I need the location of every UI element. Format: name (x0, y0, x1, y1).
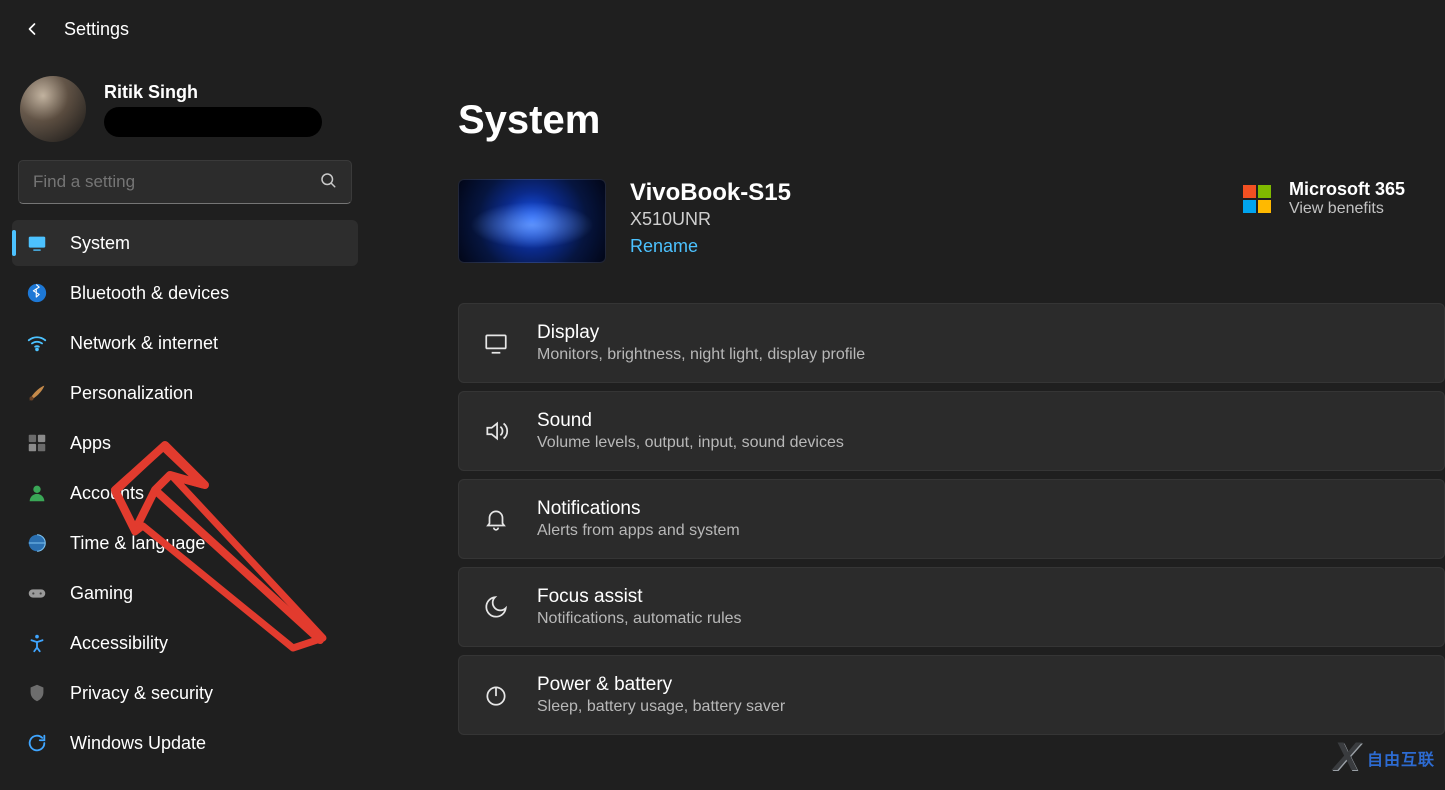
sidebar-item-apps[interactable]: Apps (12, 420, 358, 466)
card-subtitle: Monitors, brightness, night light, displ… (537, 346, 865, 364)
profile-email-redacted (104, 107, 322, 137)
shield-icon (26, 682, 48, 704)
sidebar-item-label: Windows Update (70, 733, 206, 754)
search-input[interactable] (33, 172, 319, 192)
card-subtitle: Notifications, automatic rules (537, 610, 742, 628)
card-notifications[interactable]: Notifications Alerts from apps and syste… (458, 479, 1445, 559)
sidebar-item-label: Network & internet (70, 333, 218, 354)
main-panel: System VivoBook-S15 X510UNR Rename Micro… (370, 58, 1445, 790)
card-title: Focus assist (537, 586, 742, 608)
card-title: Notifications (537, 498, 740, 520)
sidebar-item-accessibility[interactable]: Accessibility (12, 620, 358, 666)
sidebar-item-privacy[interactable]: Privacy & security (12, 670, 358, 716)
sidebar-item-label: Accounts (70, 483, 144, 504)
brush-icon (26, 382, 48, 404)
power-icon (483, 682, 509, 708)
profile-name: Ritik Singh (104, 82, 322, 103)
sidebar-item-windows-update[interactable]: Windows Update (12, 720, 358, 766)
bell-icon (483, 506, 509, 532)
nav: System Bluetooth & devices Network & int… (12, 220, 358, 766)
sidebar-item-time-language[interactable]: Time & language (12, 520, 358, 566)
gamepad-icon (26, 582, 48, 604)
ms365-title: Microsoft 365 (1289, 179, 1405, 200)
sidebar-item-personalization[interactable]: Personalization (12, 370, 358, 416)
display-icon (483, 330, 509, 356)
globe-clock-icon (26, 532, 48, 554)
sidebar-item-label: Privacy & security (70, 683, 213, 704)
card-sound[interactable]: Sound Volume levels, output, input, soun… (458, 391, 1445, 471)
sidebar-item-label: Time & language (70, 533, 205, 554)
watermark: X 自由互联 (1333, 735, 1435, 780)
profile-block[interactable]: Ritik Singh (12, 68, 358, 160)
sidebar-item-label: System (70, 233, 130, 254)
sidebar-item-label: Apps (70, 433, 111, 454)
sidebar-item-system[interactable]: System (12, 220, 358, 266)
card-title: Power & battery (537, 674, 785, 696)
card-title: Sound (537, 410, 844, 432)
sidebar-item-network[interactable]: Network & internet (12, 320, 358, 366)
avatar (20, 76, 86, 142)
microsoft365-block[interactable]: Microsoft 365 View benefits (1243, 179, 1445, 218)
card-subtitle: Alerts from apps and system (537, 522, 740, 540)
watermark-text: 自由互联 (1367, 746, 1435, 770)
sidebar-item-gaming[interactable]: Gaming (12, 570, 358, 616)
sound-icon (483, 418, 509, 444)
moon-icon (483, 594, 509, 620)
sidebar-item-label: Bluetooth & devices (70, 283, 229, 304)
sidebar: Ritik Singh System (0, 58, 370, 790)
back-button[interactable] (22, 19, 42, 39)
device-thumbnail (458, 179, 606, 263)
accessibility-icon (26, 632, 48, 654)
header-bar: Settings (0, 0, 1445, 58)
card-power-battery[interactable]: Power & battery Sleep, battery usage, ba… (458, 655, 1445, 735)
card-subtitle: Sleep, battery usage, battery saver (537, 698, 785, 716)
search-icon (319, 171, 337, 194)
app-title: Settings (64, 19, 129, 40)
sidebar-item-accounts[interactable]: Accounts (12, 470, 358, 516)
card-display[interactable]: Display Monitors, brightness, night ligh… (458, 303, 1445, 383)
search-box[interactable] (18, 160, 352, 204)
sidebar-item-label: Accessibility (70, 633, 168, 654)
system-icon (26, 232, 48, 254)
card-focus-assist[interactable]: Focus assist Notifications, automatic ru… (458, 567, 1445, 647)
ms365-subtitle: View benefits (1289, 200, 1405, 218)
device-name: VivoBook-S15 (630, 179, 791, 207)
card-title: Display (537, 322, 865, 344)
sidebar-item-label: Gaming (70, 583, 133, 604)
device-model: X510UNR (630, 209, 791, 230)
apps-icon (26, 432, 48, 454)
sidebar-item-label: Personalization (70, 383, 193, 404)
update-icon (26, 732, 48, 754)
card-subtitle: Volume levels, output, input, sound devi… (537, 434, 844, 452)
microsoft-logo-icon (1243, 185, 1271, 213)
bluetooth-icon (26, 282, 48, 304)
device-row: VivoBook-S15 X510UNR Rename Microsoft 36… (458, 179, 1445, 263)
wifi-icon (26, 332, 48, 354)
sidebar-item-bluetooth[interactable]: Bluetooth & devices (12, 270, 358, 316)
page-title: System (458, 98, 1445, 143)
rename-link[interactable]: Rename (630, 236, 791, 257)
accounts-icon (26, 482, 48, 504)
